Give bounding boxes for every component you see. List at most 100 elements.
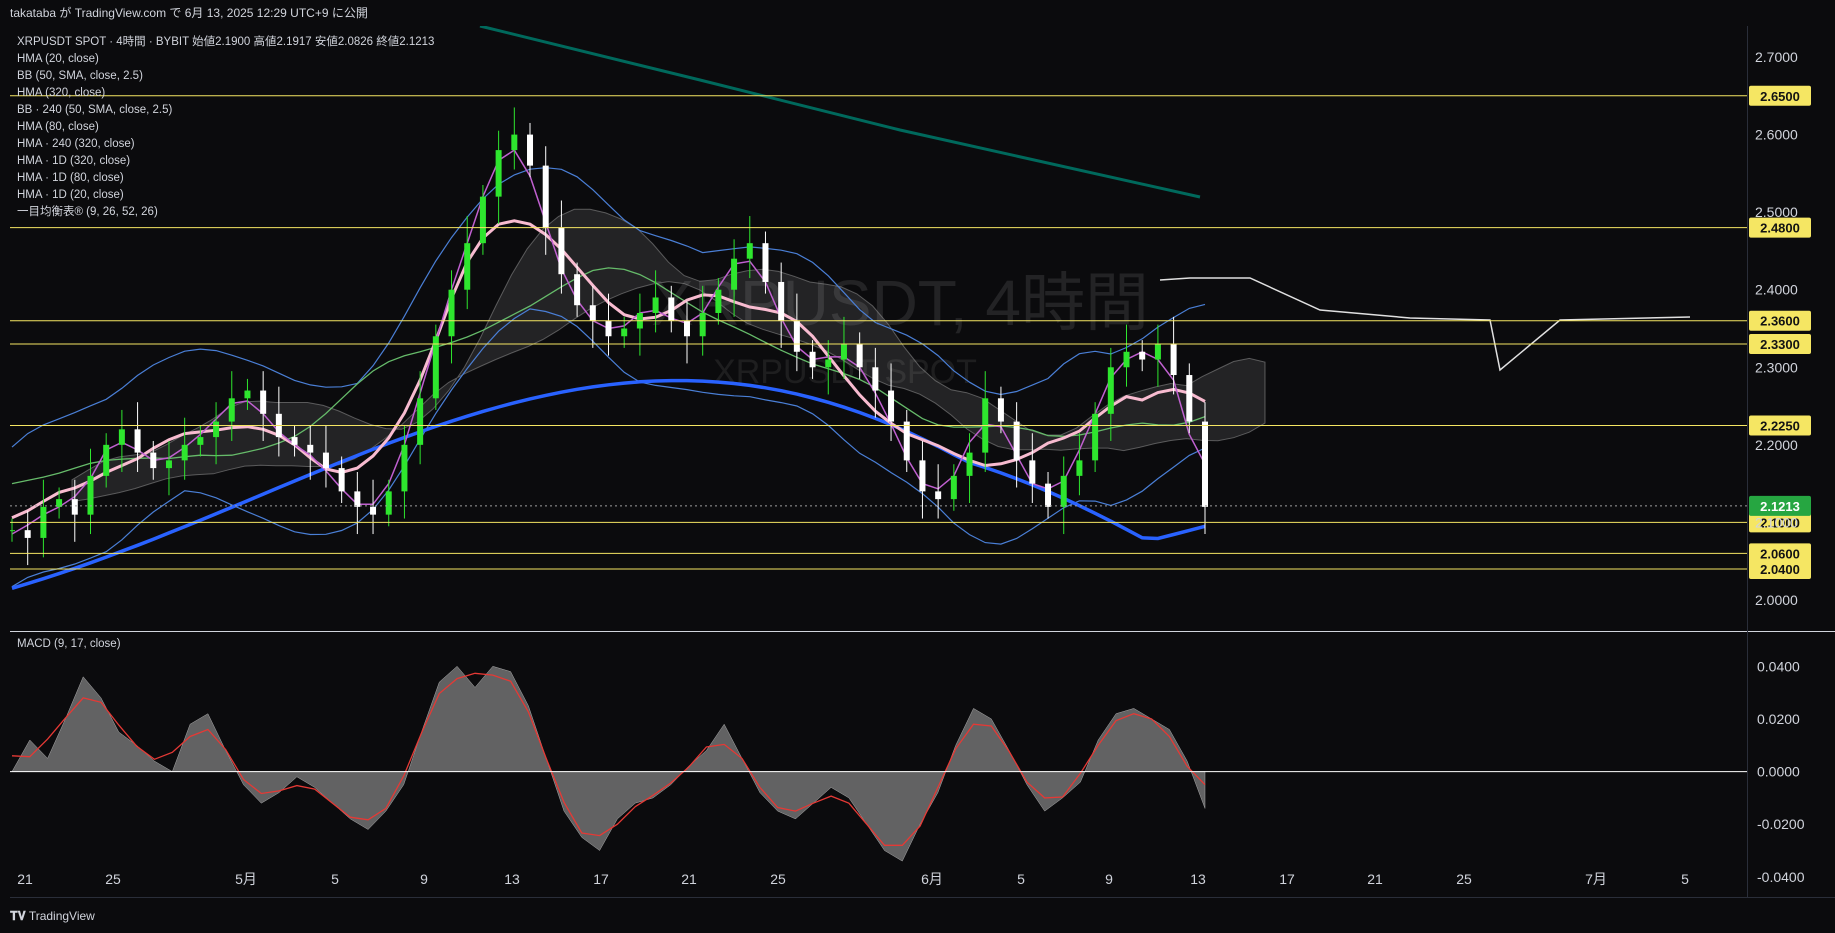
- candle-body: [809, 351, 816, 368]
- ohlc-values: 始値2.1900 高値2.1917 安値2.0826 終値2.1213: [192, 36, 434, 48]
- candle-body: [778, 281, 785, 321]
- symbol-line[interactable]: XRPUSDT SPOT · 4時間 · BYBIT 始値2.1900 高値2.…: [17, 34, 434, 51]
- candle-body: [888, 390, 895, 422]
- candle-body: [354, 491, 361, 507]
- time-tick-label: 5: [331, 871, 339, 887]
- legend-bb-50[interactable]: BB (50, SMA, close, 2.5): [17, 68, 434, 85]
- time-tick-label: 17: [593, 871, 609, 887]
- candle-body: [181, 444, 188, 461]
- level-label: 2.4800: [1760, 221, 1800, 236]
- legend-hma-320[interactable]: HMA (320, close): [17, 85, 434, 102]
- level-label: 2.0400: [1760, 562, 1800, 577]
- candle-body: [589, 305, 596, 321]
- macd-tick-label: -0.0400: [1757, 869, 1805, 885]
- time-tick-label: 5: [1681, 871, 1689, 887]
- macd-legend[interactable]: MACD (9, 17, close): [17, 638, 121, 650]
- ohlc-item: 始値2.1900: [192, 36, 251, 48]
- candle-body: [746, 243, 753, 259]
- candle-body: [322, 452, 329, 469]
- candle-body: [103, 444, 110, 476]
- time-tick-label: 17: [1279, 871, 1295, 887]
- time-tick-label: 9: [1105, 871, 1113, 887]
- candle-body: [228, 398, 235, 422]
- candle-body: [401, 444, 408, 492]
- ohlc-item: 高値2.1917: [250, 36, 312, 48]
- candle-body: [10, 530, 15, 532]
- macd-tick-label: -0.0200: [1757, 816, 1805, 832]
- candle-body: [903, 421, 910, 461]
- candle-body: [1186, 375, 1193, 422]
- candle-body: [432, 336, 439, 399]
- candle-body: [1092, 413, 1099, 461]
- legend-hma-20[interactable]: HMA (20, close): [17, 51, 434, 68]
- tradingview-logo-icon[interactable]: 𝐓𝐕: [10, 909, 26, 923]
- macd-tick-label: 0.0400: [1757, 658, 1800, 674]
- price-tick-label: 2.5000: [1755, 204, 1798, 220]
- time-tick-label: 25: [1456, 871, 1472, 887]
- candle-body: [1107, 367, 1114, 414]
- candle-body: [244, 390, 251, 399]
- candle-body: [464, 243, 471, 290]
- candle-body: [1060, 475, 1067, 507]
- candle-body: [542, 165, 549, 228]
- candle-body: [621, 328, 628, 337]
- candle-body: [71, 499, 78, 515]
- candle-body: [87, 475, 94, 515]
- candle-body: [919, 460, 926, 492]
- macd-pane[interactable]: [10, 632, 1747, 894]
- legend-hma-240-320[interactable]: HMA · 240 (320, close): [17, 136, 434, 153]
- candle-body: [1076, 460, 1083, 476]
- legend-hma-1d-80[interactable]: HMA · 1D (80, close): [17, 170, 434, 187]
- candle-body: [1154, 344, 1161, 360]
- price-tick-label: 2.7000: [1755, 49, 1798, 65]
- candle-body: [260, 390, 267, 414]
- legend-hma-1d-20[interactable]: HMA · 1D (20, close): [17, 187, 434, 204]
- candle-body: [966, 452, 973, 476]
- time-tick-label: 21: [17, 871, 33, 887]
- candle-body: [668, 297, 675, 321]
- candle-body: [683, 320, 690, 337]
- candle-body: [1123, 351, 1130, 368]
- candle-body: [479, 196, 486, 244]
- candle-body: [165, 460, 172, 469]
- level-label: 2.6500: [1760, 89, 1800, 104]
- candle-body: [574, 274, 581, 306]
- candle-body: [997, 398, 1004, 422]
- macd-tick-label: 0.0000: [1757, 764, 1800, 780]
- candle-body: [417, 398, 424, 445]
- candle-body: [24, 530, 31, 538]
- brand-text: TradingView: [28, 909, 95, 923]
- price-tick-label: 2.3000: [1755, 359, 1798, 375]
- legend-bb-240[interactable]: BB · 240 (50, SMA, close, 2.5): [17, 102, 434, 119]
- candle-body: [134, 429, 141, 453]
- legend-hma-1d-320[interactable]: HMA · 1D (320, close): [17, 153, 434, 170]
- candle-body: [448, 289, 455, 337]
- candle-body: [652, 297, 659, 313]
- candle-body: [872, 367, 879, 391]
- candle-body: [1170, 344, 1177, 376]
- level-label: 2.3600: [1760, 314, 1800, 329]
- ohlc-item: 終値2.1213: [373, 36, 435, 48]
- candle-body: [793, 320, 800, 352]
- candle-body: [307, 444, 314, 453]
- candle-body: [856, 344, 863, 368]
- price-tick-label: 2.1000: [1755, 514, 1798, 530]
- candle-body: [558, 227, 565, 275]
- ohlc-item: 安値2.0826: [311, 36, 374, 48]
- candle-body: [1202, 421, 1208, 507]
- indicator-legend: XRPUSDT SPOT · 4時間 · BYBIT 始値2.1900 高値2.…: [17, 34, 434, 221]
- time-tick-label: 6月: [921, 871, 943, 887]
- candle-body: [1029, 460, 1036, 484]
- time-tick-label: 13: [504, 871, 520, 887]
- time-tick-label: 25: [105, 871, 121, 887]
- candle-body: [950, 475, 957, 500]
- price-tick-label: 2.6000: [1755, 127, 1798, 143]
- candle-body: [762, 243, 769, 282]
- candle-body: [291, 437, 298, 445]
- legend-ichimoku[interactable]: 一目均衡表® (9, 26, 52, 26): [17, 204, 434, 221]
- last-price-label: 2.1213: [1760, 499, 1800, 514]
- level-label: 2.3300: [1760, 337, 1800, 352]
- legend-hma-80[interactable]: HMA (80, close): [17, 119, 434, 136]
- candle-body: [511, 134, 518, 151]
- candle-body: [715, 289, 722, 313]
